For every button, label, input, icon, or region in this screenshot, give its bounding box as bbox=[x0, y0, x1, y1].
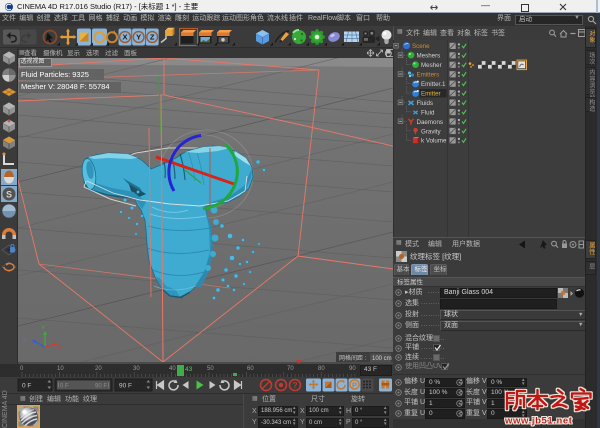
svg-text:Y: Y bbox=[41, 326, 45, 332]
svg-text:Scene: Scene bbox=[412, 43, 430, 50]
svg-text:Gravity: Gravity bbox=[421, 128, 442, 135]
svg-text:90 F: 90 F bbox=[119, 383, 132, 390]
svg-text:P: P bbox=[352, 380, 357, 389]
svg-text:Meshers: Meshers bbox=[417, 53, 441, 60]
svg-text:Mesher: Mesher bbox=[421, 62, 442, 69]
svg-text:90 F: 90 F bbox=[95, 384, 107, 390]
svg-text:0 F: 0 F bbox=[22, 383, 31, 390]
svg-text:Emitters: Emitters bbox=[417, 72, 440, 79]
svg-text:Daemons: Daemons bbox=[417, 119, 443, 126]
svg-text:Z: Z bbox=[150, 33, 155, 42]
svg-text:Z: Z bbox=[23, 338, 27, 344]
svg-text:Y: Y bbox=[136, 33, 141, 42]
svg-text:X: X bbox=[122, 33, 127, 42]
svg-text:k Volume: k Volume bbox=[421, 138, 447, 145]
svg-text:S: S bbox=[6, 190, 12, 200]
svg-text:Emitter.1: Emitter.1 bbox=[421, 81, 446, 88]
svg-text:100 cm: 100 cm bbox=[372, 356, 392, 362]
svg-text:Emitter: Emitter bbox=[421, 90, 441, 97]
svg-text:Fluid: Fluid bbox=[421, 109, 435, 116]
svg-text:www.jb51.net: www.jb51.net bbox=[504, 416, 573, 427]
svg-text:0 F: 0 F bbox=[60, 384, 69, 390]
svg-text:网格间距 :: 网格间距 : bbox=[339, 354, 367, 362]
svg-text:X: X bbox=[58, 345, 62, 351]
svg-text:?: ? bbox=[293, 381, 298, 390]
svg-text:Fluids: Fluids bbox=[417, 100, 434, 107]
